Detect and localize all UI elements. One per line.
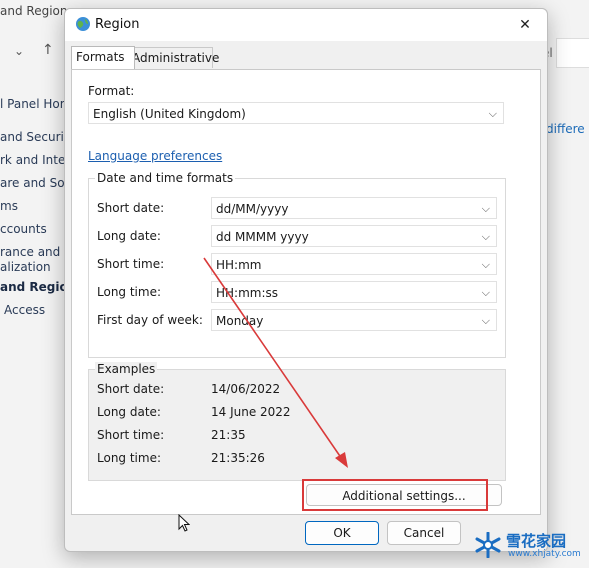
chevron-down-icon: ⌵ xyxy=(481,202,490,215)
example-label: Short time: xyxy=(97,428,165,442)
example-label: Long date: xyxy=(97,405,161,419)
group-title: Examples xyxy=(95,362,158,376)
cancel-button[interactable]: Cancel xyxy=(387,521,461,545)
background-right-link[interactable]: differe xyxy=(546,122,585,136)
language-preferences-link[interactable]: Language preferences xyxy=(88,149,222,163)
snowflake-logo-icon xyxy=(475,532,501,558)
dialog-title: Region xyxy=(95,17,140,32)
date-time-formats-group: Date and time formats Short date: dd/MM/y… xyxy=(88,171,506,358)
format-row-select[interactable]: HH:mm:ss ⌵ xyxy=(211,281,497,303)
watermark-text: 雪花家园 xyxy=(506,532,567,550)
nav-up-icon[interactable]: ↑ xyxy=(42,42,54,58)
sidebar-item[interactable]: ccounts xyxy=(0,222,47,236)
watermark-url: www.xhjaty.com xyxy=(508,549,581,559)
format-row-value: dd MMMM yyyy xyxy=(216,230,309,244)
chevron-down-icon: ⌵ xyxy=(481,314,490,327)
format-row-label: Short date: xyxy=(97,201,165,215)
format-row-label: First day of week: xyxy=(97,313,203,327)
tab-administrative[interactable]: Administrative xyxy=(127,47,219,68)
highlight-box xyxy=(302,479,488,511)
format-row-select[interactable]: Monday ⌵ xyxy=(211,309,497,331)
formats-panel: Format: English (United Kingdom) ⌵ Langu… xyxy=(71,69,541,515)
sidebar-item[interactable]: rance and xyxy=(0,245,60,259)
format-row-label: Long date: xyxy=(97,229,161,243)
format-row-label: Short time: xyxy=(97,257,165,271)
format-row-value: HH:mm xyxy=(216,258,262,272)
example-value: 14/06/2022 xyxy=(211,382,281,396)
chevron-down-icon: ⌵ xyxy=(481,286,490,299)
example-value: 21:35 xyxy=(211,428,246,442)
dialog-titlebar: Region ✕ xyxy=(65,9,547,41)
chevron-down-icon: ⌵ xyxy=(481,258,490,271)
example-label: Long time: xyxy=(97,451,162,465)
format-value: English (United Kingdom) xyxy=(93,107,246,121)
format-row-value: Monday xyxy=(216,314,264,328)
examples-group: Examples Short date: 14/06/2022 Long date:… xyxy=(88,362,506,481)
format-select[interactable]: English (United Kingdom) ⌵ xyxy=(88,102,504,124)
chevron-down-icon: ⌵ xyxy=(488,107,497,120)
example-label: Short date: xyxy=(97,382,165,396)
close-icon[interactable]: ✕ xyxy=(513,14,537,36)
tab-formats[interactable]: Formats xyxy=(71,46,135,69)
chevron-down-icon: ⌵ xyxy=(481,230,490,243)
format-row-select[interactable]: dd/MM/yyyy ⌵ xyxy=(211,197,497,219)
sidebar-item[interactable]: ms xyxy=(0,199,18,213)
mouse-cursor-icon xyxy=(178,514,190,532)
region-dialog: Region ✕ Formats Administrative Format: … xyxy=(64,8,548,552)
format-row-label: Long time: xyxy=(97,285,162,299)
example-value: 14 June 2022 xyxy=(211,405,291,419)
globe-icon xyxy=(76,17,90,31)
watermark: 雪花家园 www.xhjaty.com xyxy=(474,530,586,560)
group-title: Date and time formats xyxy=(95,171,236,185)
format-row-select[interactable]: dd MMMM yyyy ⌵ xyxy=(211,225,497,247)
background-window-title: and Region xyxy=(0,4,68,18)
format-row-value: HH:mm:ss xyxy=(216,286,279,300)
background-search-box[interactable] xyxy=(556,38,589,68)
example-value: 21:35:26 xyxy=(211,451,265,465)
nav-dropdown-icon[interactable]: ⌄ xyxy=(14,44,24,58)
sidebar-item[interactable]: l Panel Hom xyxy=(0,97,71,111)
ok-button[interactable]: OK xyxy=(305,521,379,545)
format-row-value: dd/MM/yyyy xyxy=(216,202,289,216)
format-row-select[interactable]: HH:mm ⌵ xyxy=(211,253,497,275)
sidebar-item[interactable]: Access xyxy=(4,303,45,317)
sidebar-item[interactable]: alization xyxy=(0,260,51,274)
format-label: Format: xyxy=(88,84,135,98)
